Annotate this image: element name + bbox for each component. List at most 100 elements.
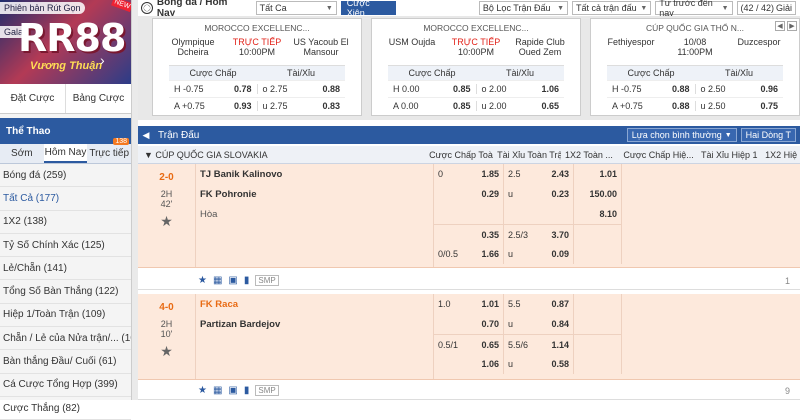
odds-cell[interactable]: 0.35 (434, 224, 504, 245)
all-select[interactable]: Tất Ca ▼ (255, 1, 337, 15)
odds-cell[interactable]: u 0.84 (504, 314, 574, 334)
featured-card[interactable]: MOROCCO EXCELLENC... Olympique Dcheira T… (152, 18, 362, 116)
odds-cell[interactable]: 2.5/3 3.70 (504, 224, 574, 245)
chevron-down-icon: ▼ (724, 131, 732, 139)
list-item[interactable]: Lẻ/Chẵn (141) (0, 257, 131, 281)
odds-cell[interactable]: 0.5/1 0.65 (434, 334, 504, 355)
odds-cell[interactable]: 1.06 (434, 354, 504, 374)
odds-cell[interactable] (574, 334, 622, 355)
stats-grid-icon[interactable]: ▦ (213, 275, 222, 286)
bet-slip-link[interactable]: Bảng Cược (66, 84, 131, 113)
chevron-right-icon[interactable]: › (100, 52, 105, 68)
promo-banner[interactable]: Phiên bản Rút Gọn Gala RR88 Vương Thuận … (0, 0, 131, 84)
odds-cell[interactable] (504, 204, 574, 224)
handicap-header: Cược Chấp (189, 68, 237, 78)
match-score-cell: 4-0 2H 10' ★ (138, 294, 196, 379)
live-score-icon[interactable]: ▣ (228, 385, 237, 396)
smp-button[interactable]: SMP (255, 385, 279, 396)
list-item[interactable]: Cược Thắng (82) (0, 397, 131, 420)
odds-cell[interactable] (574, 354, 622, 374)
chart-icon[interactable]: ▮ (244, 385, 250, 396)
league-header[interactable]: ▼ CÚP QUỐC GIA SLOVAKIA (138, 150, 425, 160)
list-item[interactable]: Cá Cược Tổng Hợp (399) (0, 374, 131, 397)
odds-cell[interactable]: H -0.75 0.88 (607, 84, 696, 94)
odds-cell[interactable]: 0.29 (434, 184, 504, 204)
odds-cell[interactable]: 150.00 (574, 184, 622, 204)
list-item[interactable]: 1X2 (138) (0, 211, 131, 234)
odds-cell[interactable]: o 2.00 1.06 (477, 84, 565, 94)
handicap-header: Cược Chấp (408, 68, 456, 78)
odds-cell[interactable] (574, 244, 622, 264)
league-count-select[interactable]: (42 / 42) Giải (736, 1, 796, 15)
line-mode-select[interactable]: Hai Dòng T (740, 128, 796, 142)
odds-cell[interactable]: u 2.75 0.83 (258, 101, 346, 111)
odds-cell[interactable]: 5.5 0.87 (504, 294, 574, 314)
odds-cell[interactable]: 0 1.85 (434, 164, 504, 184)
odds-cell[interactable]: 2.5 2.43 (504, 164, 574, 184)
odds-cell[interactable]: 5.5/6 1.14 (504, 334, 574, 355)
odds-cell[interactable] (574, 314, 622, 334)
place-bet-link[interactable]: Đặt Cược (0, 84, 66, 113)
odds-cell[interactable]: H 0.00 0.85 (388, 84, 477, 94)
sort-select[interactable]: Tư trước đến nay ▼ (655, 0, 733, 18)
prev-icon[interactable]: ◀ (775, 21, 785, 31)
list-item[interactable]: Bóng đá (259) (0, 164, 131, 188)
favorite-star-icon[interactable]: ★ (198, 385, 207, 396)
odds-cell[interactable] (434, 204, 504, 224)
line: 5.5/6 (508, 339, 529, 350)
featured-card[interactable]: MOROCCO EXCELLENC... USM Oujda TRỰC TIẾP… (371, 18, 581, 116)
list-item[interactable]: Tất Cả (177) (0, 187, 131, 211)
odds-cell[interactable]: u 0.23 (504, 184, 574, 204)
odds-cell[interactable]: A 0.00 0.85 (388, 101, 477, 111)
odds-row: 0.35 2.5/3 3.70 (434, 224, 622, 245)
odds-cell[interactable] (574, 294, 622, 314)
chevron-down-icon: ▼ (640, 4, 648, 12)
odds-cell[interactable] (574, 224, 622, 245)
tab-early[interactable]: Sớm (0, 144, 44, 163)
odds-cell[interactable]: 0/0.5 1.66 (434, 244, 504, 264)
odds-cell[interactable]: u 2.50 0.75 (696, 101, 784, 111)
smp-button[interactable]: SMP (255, 275, 279, 286)
featured-card[interactable]: CÚP QUỐC GIA THỔ N... Fethiyespor 10/08 1… (590, 18, 800, 116)
tab-live[interactable]: Trực tiếp 138 (87, 138, 131, 163)
odds-cell[interactable]: u 0.09 (504, 244, 574, 264)
stats-grid-icon[interactable]: ▦ (213, 385, 222, 396)
parlay-button[interactable]: Cược Xiên (340, 0, 396, 18)
list-item[interactable]: Tỷ Số Chính Xác (125) (0, 234, 131, 258)
odds-cell[interactable]: A +0.75 0.88 (607, 101, 696, 111)
odds-cell[interactable]: u 0.58 (504, 354, 574, 374)
odds-row: 1.0 1.01 5.5 0.87 (434, 294, 622, 314)
more-markets-count[interactable]: 9 (785, 386, 790, 396)
favorite-star-icon[interactable]: ★ (198, 275, 207, 286)
star-icon[interactable]: ★ (138, 213, 195, 230)
all-matches-select[interactable]: Tất cả trận đấu ▼ (572, 1, 652, 15)
odds-cell[interactable]: H -0.75 0.78 (169, 84, 258, 94)
next-icon[interactable]: ▶ (787, 21, 797, 31)
odds-cell[interactable]: u 2.00 0.65 (477, 101, 565, 111)
sidebar-tabs: Sớm Hôm Nay Trực tiếp 138 (0, 138, 131, 164)
line: u (508, 249, 514, 259)
list-item[interactable]: Bàn thắng Đầu/ Cuối (61) (0, 350, 131, 374)
chart-icon[interactable]: ▮ (244, 275, 250, 286)
list-item[interactable]: Hiệp 1/Toàn Trận (109) (0, 304, 131, 328)
match-score: 4-0 (159, 302, 174, 313)
odds-cell[interactable]: 1.01 (574, 164, 622, 184)
odds-cell[interactable]: 1.0 1.01 (434, 294, 504, 314)
view-mode-select[interactable]: Lựa chọn bình thường ▼ (626, 128, 737, 142)
match-filter-select[interactable]: Bộ Lọc Trận Đấu ▼ (478, 1, 569, 15)
collapse-icon[interactable]: ◀ (138, 130, 154, 141)
more-markets-count[interactable]: 1 (785, 276, 790, 286)
line: 0.5/1 (438, 339, 459, 350)
odds-cell[interactable]: 8.10 (574, 204, 622, 224)
odds-cell[interactable]: 0.70 (434, 314, 504, 334)
odds-cell[interactable]: o 2.50 0.96 (696, 84, 784, 94)
live-score-icon[interactable]: ▣ (228, 275, 237, 286)
odds-cell[interactable]: o 2.75 0.88 (258, 84, 346, 94)
star-icon[interactable]: ★ (138, 343, 195, 360)
lite-version-link[interactable]: Phiên bản Rút Gọn (0, 2, 85, 14)
odds-cell[interactable]: A +0.75 0.93 (169, 101, 258, 111)
tab-today[interactable]: Hôm Nay (43, 144, 88, 163)
list-item[interactable]: Chẵn / Lẻ của Nửa trận/... (101) (0, 327, 131, 351)
card-home-team: USM Oujda (388, 37, 436, 47)
list-item[interactable]: Tổng Số Bàn Thắng (122) (0, 280, 131, 304)
